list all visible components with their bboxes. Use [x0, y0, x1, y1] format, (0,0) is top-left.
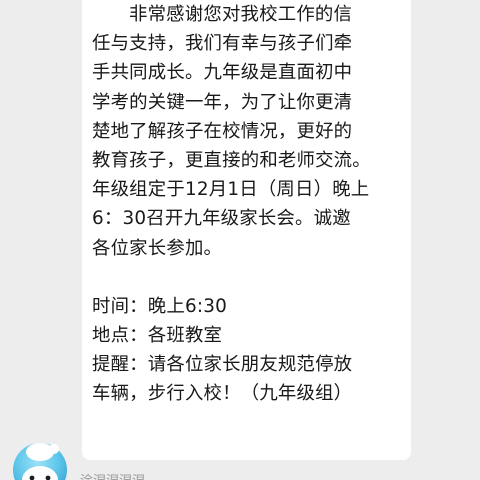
message-line: 非常感谢您对我校工作的信: [129, 4, 353, 25]
message-line-time: 时间：晚上6:30: [92, 295, 228, 317]
message-line-location: 地点：各班教室: [92, 325, 223, 347]
message-line: 楚地了解孩子在校情况，更好的: [92, 120, 353, 142]
message-line: 年级组定于12月1日（周日）晚上: [92, 179, 370, 201]
message-line-reminder-cont: 车辆，步行入校！（九年级组）: [92, 383, 353, 405]
message-line: 6：30召开九年级家长会。诚邀: [92, 208, 351, 230]
message-line: 任与支持，我们有幸与孩子们牵: [92, 33, 353, 55]
next-sender-name: 涂涅涅涅涅: [80, 470, 145, 480]
sender-avatar[interactable]: [10, 438, 70, 480]
snowman-avatar-icon: [13, 443, 67, 480]
chat-screen: 非常感谢您对我校工作的信 任与支持，我们有幸与孩子们牵 手共同成长。九年级是直面…: [0, 0, 480, 480]
message-line: 手共同成长。九年级是直面初中: [92, 62, 353, 84]
message-line: 各位家长参加。: [92, 237, 223, 259]
message-line: 教育孩子，更直接的和老师交流。: [92, 149, 371, 171]
message-line: 学考的关键一年，为了让你更清: [92, 91, 353, 113]
message-text: 非常感谢您对我校工作的信 任与支持，我们有幸与孩子们牵 手共同成长。九年级是直面…: [92, 0, 422, 409]
message-line-reminder: 提醒：请各位家长朋友规范停放: [92, 354, 353, 376]
